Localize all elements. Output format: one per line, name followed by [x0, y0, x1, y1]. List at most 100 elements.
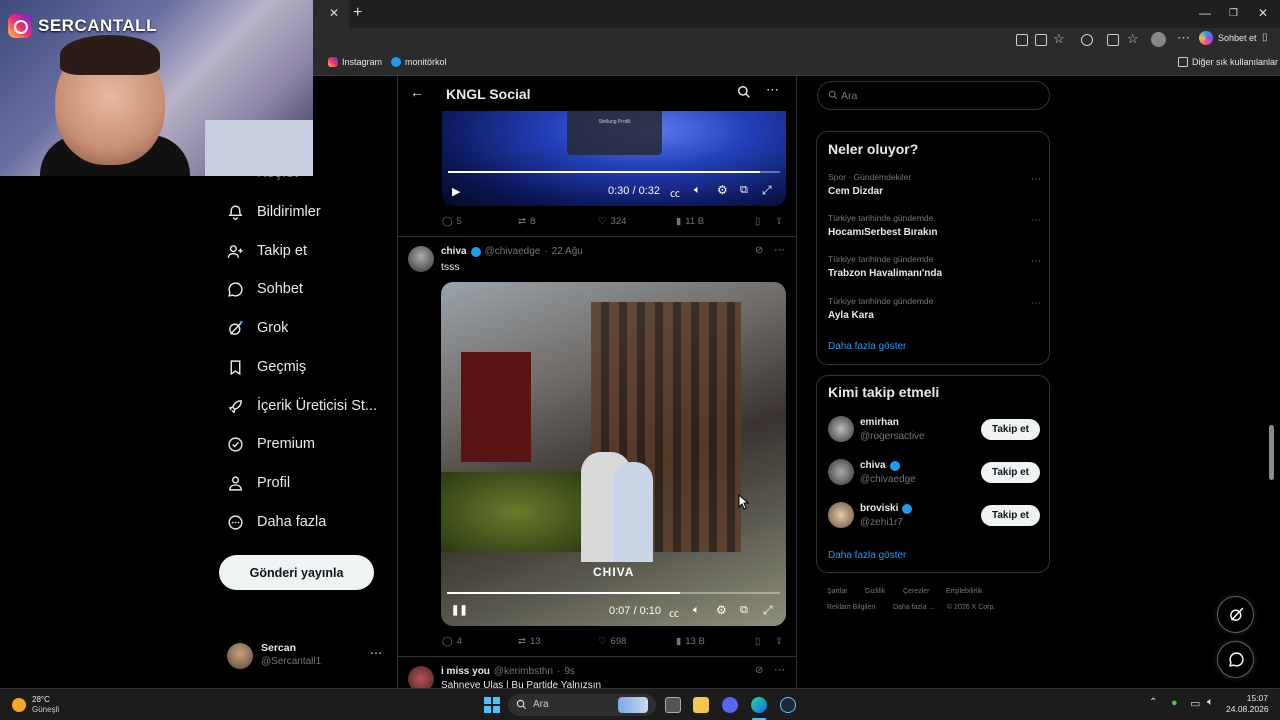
follow-suggestion[interactable]: chiva @chivaedge Takip et	[828, 459, 1040, 491]
file-explorer-icon[interactable]	[693, 697, 709, 713]
post-more-icon[interactable]: ⋯	[774, 243, 785, 256]
sidebar-item-grok[interactable]: Grok	[227, 315, 288, 341]
trend-item[interactable]: Türkiye tarihinde gündemde Trabzon Haval…	[828, 254, 1038, 279]
grok-fab[interactable]	[1217, 596, 1254, 633]
trend-item[interactable]: Türkiye tarihinde gündemde HocamıSerbest…	[828, 213, 1038, 238]
footer-link[interactable]: Gizlilik	[865, 588, 885, 595]
maximize-icon[interactable]: ❐	[1229, 8, 1238, 19]
page-scrollbar[interactable]	[1269, 425, 1274, 480]
video-progress-2[interactable]	[447, 592, 780, 594]
tray-chevron-icon[interactable]: ⌃	[1149, 697, 1157, 708]
close-tab-icon[interactable]: ✕	[329, 6, 339, 20]
post-date[interactable]: 9s	[564, 666, 575, 677]
trend-more-icon[interactable]: ⋯	[1031, 298, 1041, 309]
post-more-icon[interactable]: ⋯	[774, 663, 785, 676]
show-more-link[interactable]: Daha fazla göster	[828, 550, 906, 561]
profile-avatar-icon[interactable]	[1151, 32, 1166, 47]
trend-more-icon[interactable]: ⋯	[1031, 174, 1041, 185]
windows-start-icon[interactable]	[484, 697, 500, 713]
grok-explain-icon[interactable]: ⊘	[755, 665, 763, 676]
footer-link[interactable]: Reklam Bilgileri	[827, 604, 875, 611]
captions-icon[interactable]: ㏄	[670, 185, 680, 200]
favorite-star-icon[interactable]: ☆	[1053, 31, 1065, 47]
sidebar-item-follow[interactable]: Takip et	[227, 238, 307, 264]
bookmark-monitorkol[interactable]: monitörkol	[391, 57, 447, 67]
volume-icon[interactable]: 🔈︎	[693, 604, 700, 617]
post-author-handle[interactable]: @chivaedge	[485, 246, 541, 257]
new-tab-icon[interactable]: +	[353, 4, 362, 22]
trend-more-icon[interactable]: ⋯	[1031, 256, 1041, 267]
bookmark-button[interactable]: ▯	[755, 216, 760, 227]
weather-widget[interactable]: 28°C Güneşli	[12, 695, 59, 715]
taskbar-search[interactable]: Ara	[508, 694, 656, 716]
play-icon[interactable]: ▶	[452, 185, 460, 198]
split-screen-icon[interactable]	[1016, 34, 1028, 46]
like-button[interactable]: ♡ 324	[598, 216, 626, 227]
volume-icon[interactable]: 🔈︎	[694, 184, 701, 197]
pip-icon[interactable]: ⧉	[740, 604, 748, 617]
repost-button[interactable]: ⇄ 8	[518, 216, 535, 227]
network-icon[interactable]: ▭	[1190, 697, 1200, 710]
post-author-name[interactable]: chiva	[441, 246, 467, 257]
more-menu-icon[interactable]: ⋯	[1177, 30, 1190, 46]
messages-fab[interactable]	[1217, 641, 1254, 678]
video-player-2[interactable]: CHIVA ❚❚ 0:07 / 0:10 ㏄ 🔈︎ ⚙ ⧉ ⤢	[441, 282, 786, 626]
settings-icon[interactable]: ⚙	[716, 603, 727, 617]
post-author-handle[interactable]: @kerimbsthn	[494, 666, 553, 677]
sidebar-item-more[interactable]: Daha fazla	[227, 509, 326, 535]
edge-icon[interactable]	[751, 697, 767, 713]
clock[interactable]: 15:07 24.08.2026	[1226, 693, 1269, 715]
sidebar-item-premium[interactable]: Premium	[227, 431, 315, 457]
video-player-1[interactable]: Stellung Profili ▶ 0:30 / 0:32 ㏄ 🔈︎ ⚙ ⧉ …	[442, 111, 786, 206]
follow-suggestion[interactable]: broviski @zehi1r7 Takip et	[828, 502, 1040, 534]
captions-icon[interactable]: ㏄	[669, 605, 679, 620]
video-progress-1[interactable]	[448, 171, 780, 173]
sidebar-item-bookmarks[interactable]: Geçmiş	[227, 354, 306, 380]
follow-button[interactable]: Takip et	[981, 462, 1040, 483]
grok-explain-icon[interactable]: ⊘	[755, 245, 763, 256]
post-author-name[interactable]: i miss you	[441, 666, 490, 677]
post-date[interactable]: 22 Ağu	[552, 246, 583, 257]
sidebar-item-notifications[interactable]: Bildirimler	[227, 199, 321, 225]
volume-icon[interactable]: 🔈︎	[1207, 696, 1214, 709]
pause-icon[interactable]: ❚❚	[451, 605, 468, 616]
account-menu-icon[interactable]: ⋯	[370, 646, 382, 660]
fullscreen-icon[interactable]: ⤢	[763, 603, 773, 618]
active-tab[interactable]: ✕	[313, 0, 349, 28]
copilot-chat-button[interactable]: Sohbet et	[1199, 31, 1257, 45]
fullscreen-icon[interactable]: ⤢	[762, 183, 772, 198]
discord-icon[interactable]	[722, 697, 738, 713]
search-icon[interactable]	[737, 85, 751, 99]
like-button[interactable]: ♡ 698	[598, 636, 626, 647]
views-button[interactable]: ▮ 13 B	[676, 636, 705, 647]
sidebar-toggle-icon[interactable]: ▯	[1262, 32, 1268, 43]
follow-suggestion[interactable]: emirhan @rogersactive Takip et	[828, 416, 1040, 448]
bookmark-button[interactable]: ▯	[755, 636, 760, 647]
footer-link[interactable]: Çerezler	[903, 588, 929, 595]
sidebar-item-creator-studio[interactable]: İçerik Üreticisi St...	[227, 393, 377, 419]
sidebar-item-profile[interactable]: Profil	[227, 470, 290, 496]
share-icon[interactable]: ⇪	[775, 636, 783, 647]
other-bookmarks[interactable]: Diğer sık kullanılanlar	[1178, 57, 1278, 67]
footer-link[interactable]: Erişilebilirlik	[946, 588, 983, 595]
views-button[interactable]: ▮ 11 B	[676, 216, 704, 227]
search-input[interactable]: Ara	[817, 81, 1050, 110]
task-view-icon[interactable]	[665, 697, 681, 713]
trend-more-icon[interactable]: ⋯	[1031, 215, 1041, 226]
steam-icon[interactable]	[780, 697, 796, 713]
header-more-icon[interactable]: ⋯	[766, 82, 779, 98]
pip-icon[interactable]: ⧉	[740, 184, 748, 197]
follow-button[interactable]: Takip et	[981, 505, 1040, 526]
reader-icon[interactable]	[1035, 34, 1047, 46]
microphone-icon[interactable]: ●	[1171, 697, 1178, 709]
trend-item[interactable]: Türkiye tarihinde gündemde Ayla Kara	[828, 296, 1038, 321]
reply-button[interactable]: ◯ 5	[442, 216, 462, 227]
show-more-link[interactable]: Daha fazla göster	[828, 341, 906, 352]
repost-button[interactable]: ⇄ 13	[518, 636, 541, 647]
sidebar-item-chat[interactable]: Sohbet	[227, 276, 303, 302]
share-icon[interactable]: ⇪	[775, 216, 783, 227]
minimize-icon[interactable]: —	[1199, 6, 1211, 20]
follow-button[interactable]: Takip et	[981, 419, 1040, 440]
account-switcher[interactable]: Sercan @Sercantall1 ⋯	[227, 640, 387, 674]
settings-icon[interactable]: ⚙	[717, 183, 728, 197]
